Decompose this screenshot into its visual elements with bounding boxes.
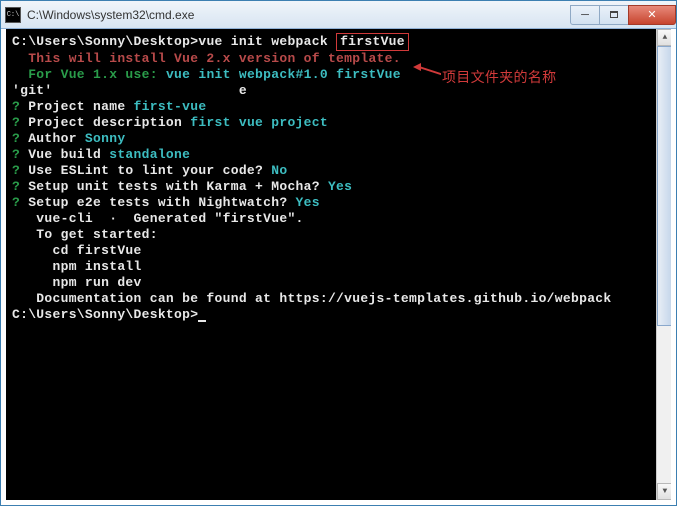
prompt-author: ? Author Sonny [12, 131, 665, 147]
cmd-icon: C:\ [5, 7, 21, 23]
cmd-npm-run: npm run dev [12, 275, 665, 291]
cmd-npm-install: npm install [12, 259, 665, 275]
maximize-button[interactable] [599, 5, 629, 25]
highlighted-arg: firstVue [336, 33, 409, 51]
window-title: C:\Windows\system32\cmd.exe [27, 8, 571, 22]
prompt-project-desc: ? Project description first vue project [12, 115, 665, 131]
current-prompt: C:\Users\Sonny\Desktop> [12, 307, 665, 323]
install-msg: This will install Vue 2.x version of tem… [12, 51, 665, 67]
titlebar[interactable]: C:\ C:\Windows\system32\cmd.exe ─ ✕ [1, 1, 676, 29]
prompt: C:\Users\Sonny\Desktop> [12, 34, 198, 49]
prompt-vue-build: ? Vue build standalone [12, 147, 665, 163]
minimize-button[interactable]: ─ [570, 5, 600, 25]
scroll-down-button[interactable]: ▼ [657, 483, 673, 500]
prompt-e2e-tests: ? Setup e2e tests with Nightwatch? Yes [12, 195, 665, 211]
scrollbar[interactable]: ▲ ▼ [656, 29, 673, 500]
cmd-cd: cd firstVue [12, 243, 665, 259]
annotation-arrow-icon [413, 66, 443, 68]
close-button[interactable]: ✕ [628, 5, 676, 25]
prompt-eslint: ? Use ESLint to lint your code? No [12, 163, 665, 179]
scroll-thumb[interactable] [657, 46, 673, 326]
annotation-label: 项目文件夹的名称 [442, 69, 556, 85]
cmd-window: C:\ C:\Windows\system32\cmd.exe ─ ✕ C:\U… [0, 0, 677, 506]
get-started: To get started: [12, 227, 665, 243]
git-error: 'git' e [12, 83, 665, 99]
prompt-project-name: ? Project name first-vue [12, 99, 665, 115]
window-controls: ─ ✕ [571, 5, 676, 25]
vue1-hint: For Vue 1.x use: vue init webpack#1.0 fi… [12, 67, 665, 83]
generated-msg: vue-cli · Generated "firstVue". [12, 211, 665, 227]
prompt-unit-tests: ? Setup unit tests with Karma + Mocha? Y… [12, 179, 665, 195]
docs-link: Documentation can be found at https://vu… [12, 291, 665, 307]
terminal-area[interactable]: C:\Users\Sonny\Desktop>vue init webpack … [4, 29, 673, 502]
scroll-up-button[interactable]: ▲ [657, 29, 673, 46]
command-line: C:\Users\Sonny\Desktop>vue init webpack … [12, 33, 665, 51]
cursor-icon [198, 320, 206, 322]
